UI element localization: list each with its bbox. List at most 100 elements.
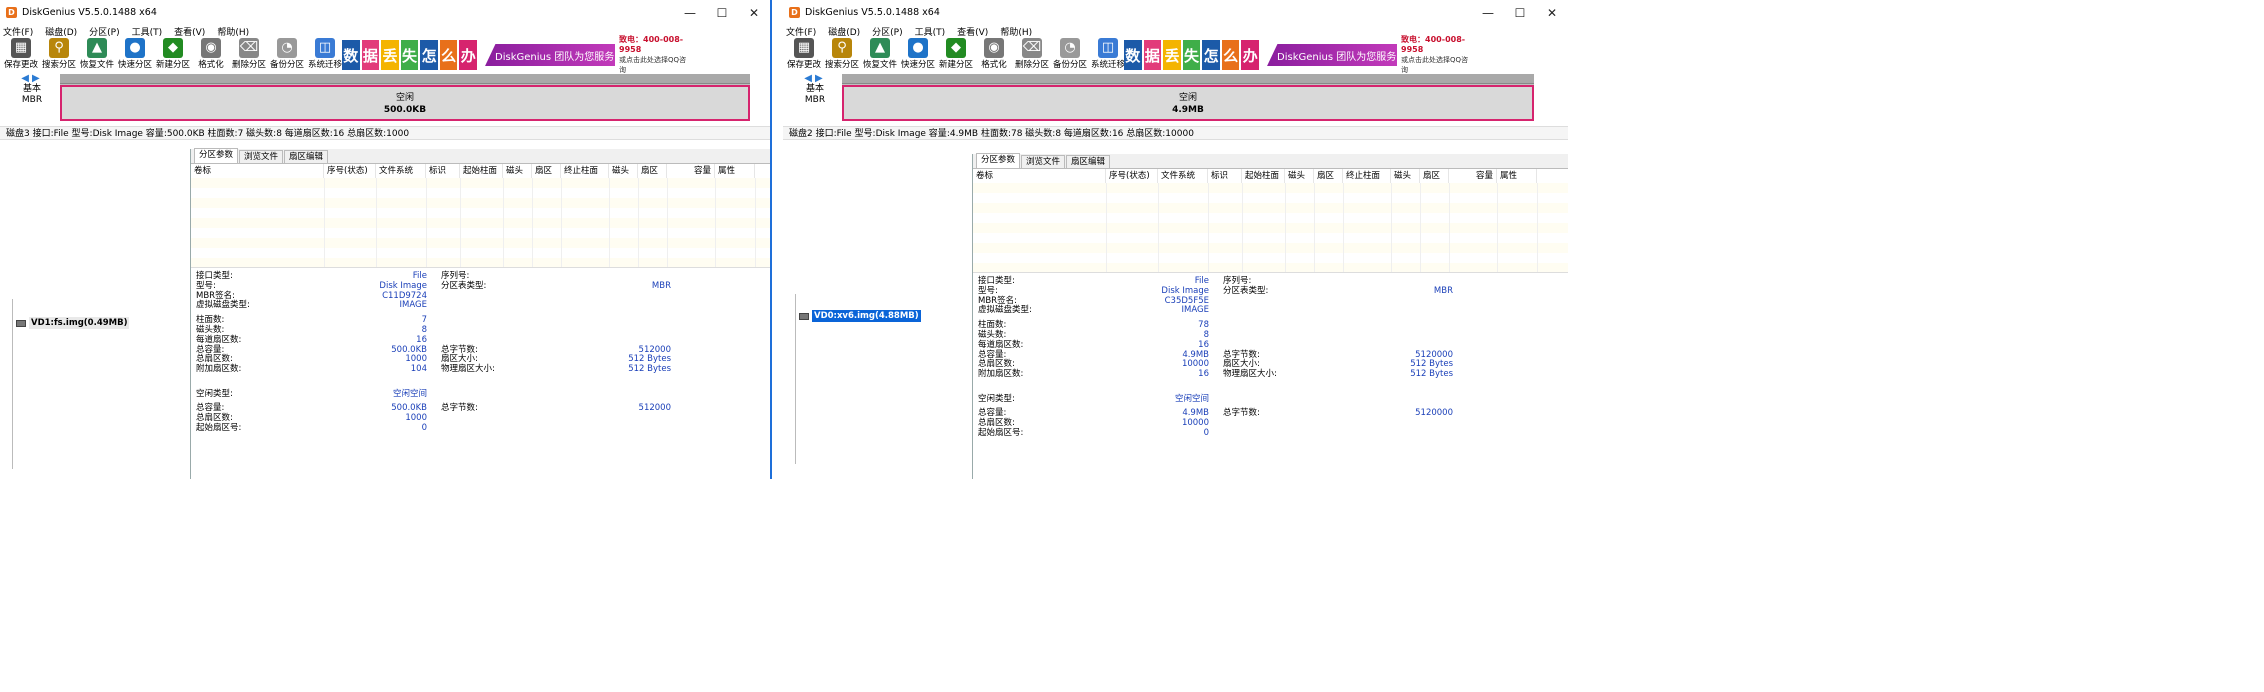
- column-header[interactable]: 容量: [667, 164, 715, 178]
- column-header[interactable]: 属性: [1497, 169, 1537, 183]
- close-button[interactable]: ✕: [1536, 6, 1568, 20]
- param-label: 起始扇区号:: [196, 422, 242, 433]
- banner-phone: 致电：400-008-9958: [619, 35, 684, 54]
- toolbar-button-delete[interactable]: ⌫ 删除分区: [230, 37, 268, 70]
- maximize-button[interactable]: ☐: [706, 6, 738, 20]
- main-area: VD1:fs.img(0.49MB) 分区参数 浏览文件 扇区编辑 卷标 序号(状态)…: [0, 148, 770, 479]
- column-header[interactable]: 磁头: [1391, 169, 1420, 183]
- column-header[interactable]: 扇区: [1314, 169, 1343, 183]
- free-space-size: 4.9MB: [1172, 105, 1204, 115]
- recover-icon: ▲: [87, 38, 107, 58]
- toolbar-button-label: 搜索分区: [41, 60, 76, 70]
- column-header[interactable]: 磁头: [1285, 169, 1314, 183]
- minimize-button[interactable]: —: [674, 6, 706, 20]
- banner-phone: 致电：400-008-9958: [1401, 35, 1466, 54]
- tree-item-virtual-disk[interactable]: VD0:xv6.img(4.88MB): [799, 310, 921, 322]
- tab-partition-params[interactable]: 分区参数: [976, 153, 1021, 168]
- menu-item[interactable]: 分区(P): [872, 25, 902, 38]
- toolbar-button-recover[interactable]: ▲ 恢复文件: [78, 37, 116, 70]
- toolbar-button-search[interactable]: ⚲ 搜索分区: [823, 37, 861, 70]
- tab-sector-editor[interactable]: 扇区编辑: [284, 150, 329, 163]
- column-header[interactable]: 磁头: [503, 164, 532, 178]
- column-header[interactable]: 文件系统: [376, 164, 426, 178]
- banner-qq-link[interactable]: 或点击此处选择QQ咨询: [619, 55, 688, 75]
- toolbar-button-label: 格式化: [981, 60, 1007, 70]
- column-header[interactable]: 容量: [1449, 169, 1497, 183]
- disk-nav-arrows-icon[interactable]: ◀▶: [795, 73, 835, 84]
- menu-item[interactable]: 磁盘(D): [45, 25, 77, 38]
- param-label: 总字节数:: [1223, 408, 1260, 419]
- column-header[interactable]: 标识: [426, 164, 460, 178]
- close-button[interactable]: ✕: [738, 6, 770, 20]
- column-divider: [532, 178, 533, 267]
- title-bar[interactable]: D DiskGenius V5.5.0.1488 x64 — ☐ ✕: [0, 0, 770, 25]
- banner-qq-link[interactable]: 或点击此处选择QQ咨询: [1401, 55, 1470, 75]
- free-space-block[interactable]: 空闲 500.0KB: [60, 85, 750, 121]
- tree-item-virtual-disk[interactable]: VD1:fs.img(0.49MB): [16, 317, 130, 329]
- toolbar-button-backup[interactable]: ◔ 备份分区: [268, 37, 306, 70]
- menu-item[interactable]: 分区(P): [89, 25, 119, 38]
- menu-item[interactable]: 查看(V): [957, 25, 988, 38]
- column-header[interactable]: 磁头: [609, 164, 638, 178]
- disk-scheme-label: MBR: [21, 95, 43, 105]
- tab-browse-files[interactable]: 浏览文件: [239, 150, 284, 163]
- free-space-block[interactable]: 空闲 4.9MB: [842, 85, 1534, 121]
- param-label: 空闲类型:: [978, 393, 1015, 404]
- column-header[interactable]: 起始柱面: [460, 164, 503, 178]
- menu-item[interactable]: 文件(F): [786, 25, 816, 38]
- toolbar-button-quick-partition[interactable]: ● 快速分区: [116, 37, 154, 70]
- column-header[interactable]: 文件系统: [1158, 169, 1208, 183]
- toolbar: ▦ 保存更改 ⚲ 搜索分区 ▲ 恢复文件 ● 快速分区 ◆ 新建分区 ◉ 格式化 ⌫ 删除分区 ◔ 备份分区 ◫…: [0, 35, 770, 75]
- toolbar-button-label: 备份分区: [1052, 60, 1087, 70]
- toolbar-button-save[interactable]: ▦ 保存更改: [2, 37, 40, 70]
- partition-bar[interactable]: 空闲 4.9MB: [842, 74, 1534, 121]
- menu-item[interactable]: 文件(F): [3, 25, 33, 38]
- menu-item[interactable]: 帮助(H): [1000, 25, 1032, 38]
- menu-item[interactable]: 磁盘(D): [828, 25, 860, 38]
- toolbar-button-migrate[interactable]: ◫ 系统迁移: [306, 37, 344, 70]
- partition-bar[interactable]: 空闲 500.0KB: [60, 74, 750, 121]
- column-header[interactable]: 属性: [715, 164, 755, 178]
- tab-sector-editor[interactable]: 扇区编辑: [1066, 155, 1111, 168]
- tab-browse-files[interactable]: 浏览文件: [1021, 155, 1066, 168]
- toolbar-button-recover[interactable]: ▲ 恢复文件: [861, 37, 899, 70]
- column-header[interactable]: 起始柱面: [1242, 169, 1285, 183]
- menu-item[interactable]: 工具(T): [915, 25, 946, 38]
- menu-item[interactable]: 查看(V): [174, 25, 205, 38]
- toolbar: ▦ 保存更改 ⚲ 搜索分区 ▲ 恢复文件 ● 快速分区 ◆ 新建分区 ◉ 格式化 ⌫ 删除分区 ◔ 备份分区 ◫…: [783, 35, 1568, 75]
- column-header[interactable]: 扇区: [638, 164, 667, 178]
- ad-banner[interactable]: 数据丢失怎么办 DiskGenius 团队为您服务 致电：400-008-9958 或…: [1124, 35, 1470, 75]
- maximize-button[interactable]: ☐: [1504, 6, 1536, 20]
- menu-item[interactable]: 帮助(H): [217, 25, 249, 38]
- minimize-button[interactable]: —: [1472, 6, 1504, 20]
- column-header[interactable]: 卷标: [191, 164, 324, 178]
- title-bar[interactable]: D DiskGenius V5.5.0.1488 x64 — ☐ ✕: [783, 0, 1568, 25]
- column-header[interactable]: 终止柱面: [1343, 169, 1391, 183]
- column-divider: [1158, 183, 1159, 272]
- toolbar-button-format[interactable]: ◉ 格式化: [192, 37, 230, 70]
- menu-item[interactable]: 工具(T): [132, 25, 163, 38]
- toolbar-button-save[interactable]: ▦ 保存更改: [785, 37, 823, 70]
- toolbar-button-new-partition[interactable]: ◆ 新建分区: [937, 37, 975, 70]
- column-header[interactable]: 标识: [1208, 169, 1242, 183]
- column-header[interactable]: 扇区: [1420, 169, 1449, 183]
- column-header[interactable]: 扇区: [532, 164, 561, 178]
- disk-nav-arrows-icon[interactable]: ◀▶: [12, 73, 52, 84]
- toolbar-button-backup[interactable]: ◔ 备份分区: [1051, 37, 1089, 70]
- toolbar-button-search[interactable]: ⚲ 搜索分区: [40, 37, 78, 70]
- window-title: DiskGenius V5.5.0.1488 x64: [805, 7, 940, 18]
- param-value: MBR: [651, 280, 671, 291]
- param-value: 10000: [1181, 418, 1209, 429]
- toolbar-button-format[interactable]: ◉ 格式化: [975, 37, 1013, 70]
- column-header[interactable]: 序号(状态): [324, 164, 376, 178]
- param-value: 512 Bytes: [628, 364, 671, 375]
- column-header[interactable]: 卷标: [973, 169, 1106, 183]
- toolbar-button-quick-partition[interactable]: ● 快速分区: [899, 37, 937, 70]
- column-header[interactable]: 终止柱面: [561, 164, 609, 178]
- tab-partition-params[interactable]: 分区参数: [194, 148, 239, 163]
- toolbar-button-new-partition[interactable]: ◆ 新建分区: [154, 37, 192, 70]
- toolbar-button-delete[interactable]: ⌫ 删除分区: [1013, 37, 1051, 70]
- toolbar-button-migrate[interactable]: ◫ 系统迁移: [1089, 37, 1127, 70]
- column-header[interactable]: 序号(状态): [1106, 169, 1158, 183]
- ad-banner[interactable]: 数据丢失怎么办 DiskGenius 团队为您服务 致电：400-008-9958 或…: [342, 35, 688, 75]
